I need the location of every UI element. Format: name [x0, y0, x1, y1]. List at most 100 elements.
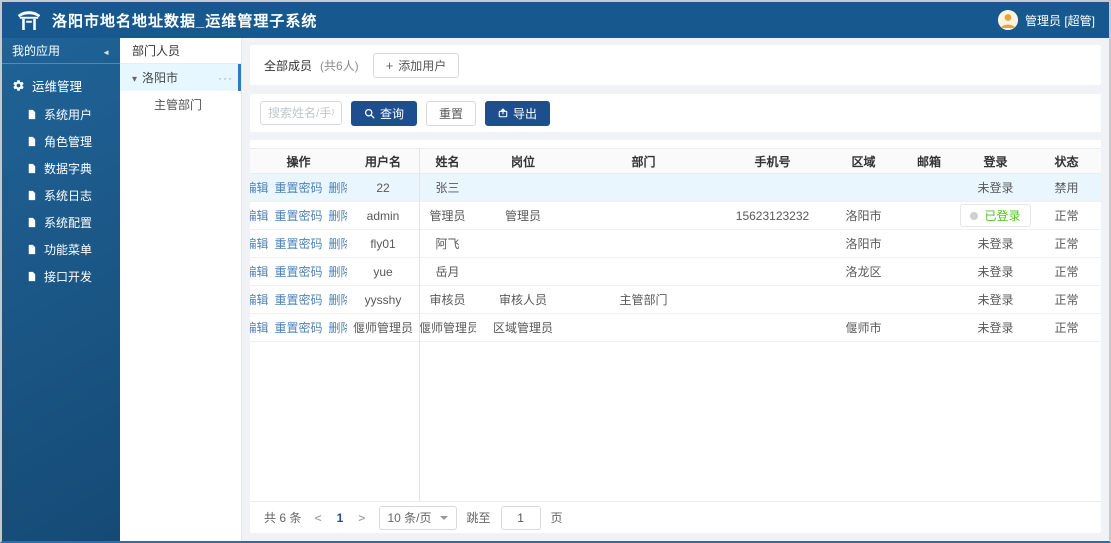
export-button[interactable]: 导出 — [485, 100, 551, 126]
sidebar-group-ops[interactable]: 运维管理 — [2, 64, 120, 101]
reset-password-link[interactable]: 重置密码 — [275, 179, 323, 196]
name-cell: 岳月 — [435, 265, 460, 279]
sidebar-item[interactable]: 数据字典 — [2, 155, 120, 182]
login-cell: 未登录 — [977, 237, 1014, 251]
app-window: 洛阳市地名地址数据_运维管理子系统 管理员 [超管] 我的应用 ◄ 运维管理 系… — [0, 0, 1111, 543]
sidebar-item[interactable]: 接口开发 — [2, 263, 120, 290]
sidebar-item[interactable]: 角色管理 — [2, 128, 120, 155]
reset-password-link[interactable]: 重置密码 — [275, 207, 323, 224]
edit-link[interactable]: 编辑 — [250, 179, 269, 196]
page-size-select[interactable]: 10 条/页 — [378, 505, 457, 530]
export-icon — [498, 108, 508, 118]
collapse-icon[interactable] — [102, 44, 110, 58]
sidebar-menu: 系统用户角色管理数据字典系统日志系统配置 功能菜单 接口开发 — [2, 101, 120, 290]
reset-password-link[interactable]: 重置密码 — [275, 319, 323, 336]
user-avatar-icon — [997, 10, 1018, 30]
sidebar-item[interactable]: 功能菜单 — [2, 236, 120, 263]
reset-button[interactable]: 重置 — [426, 100, 477, 126]
login-cell: 未登录 — [977, 321, 1014, 335]
tree-item-dept[interactable]: 主管部门 — [120, 91, 241, 118]
document-icon — [26, 271, 37, 282]
name-cell: 张三 — [435, 181, 460, 195]
document-icon — [26, 136, 37, 147]
username-cell: admin — [366, 208, 400, 223]
delete-link[interactable]: 删除 — [329, 291, 347, 308]
department-panel: 部门人员 洛阳市 主管部门 — [120, 38, 242, 541]
column-header: 手机号 — [754, 154, 791, 169]
status-cell: 正常 — [1054, 209, 1079, 223]
column-header: 部门 — [631, 154, 656, 169]
edit-link[interactable]: 编辑 — [250, 319, 269, 336]
query-button[interactable]: 查询 — [351, 100, 418, 126]
page-title: 洛阳市地名地址数据_运维管理子系统 — [52, 12, 318, 30]
column-header: 用户名 — [364, 154, 401, 169]
table-row[interactable]: 编辑 重置密码 删除 fly01 阿飞 洛阳市 未登录 正常 — [250, 230, 1101, 258]
region-cell: 洛龙区 — [845, 265, 882, 279]
members-label: 全部成员 — [264, 58, 313, 73]
username-cell: yysshy — [364, 292, 402, 307]
page-number-1[interactable]: 1 — [335, 511, 346, 525]
edit-link[interactable]: 编辑 — [250, 263, 269, 280]
table-row[interactable]: 编辑 重置密码 删除 22 张三 未登录 禁用 — [250, 174, 1101, 202]
sidebar-item[interactable]: 系统用户 — [2, 101, 120, 128]
table-row[interactable]: 编辑 重置密码 删除 yue 岳月 洛龙区 未登录 正常 — [250, 258, 1101, 286]
reset-password-link[interactable]: 重置密码 — [275, 263, 323, 280]
edit-link[interactable]: 编辑 — [250, 235, 269, 252]
phone-cell: 15623123232 — [735, 208, 810, 223]
app-logo-icon — [16, 8, 42, 32]
sidebar-item[interactable]: 系统配置 — [2, 209, 120, 236]
reset-password-link[interactable]: 重置密码 — [275, 291, 323, 308]
status-cell: 禁用 — [1054, 181, 1079, 195]
delete-link[interactable]: 删除 — [329, 179, 347, 196]
document-icon — [26, 217, 37, 228]
post-cell: 管理员 — [504, 209, 541, 223]
jump-page-input[interactable] — [500, 505, 541, 530]
search-toolbar: 查询 重置 导出 — [250, 94, 1101, 132]
department-panel-title: 部门人员 — [120, 38, 241, 64]
delete-link[interactable]: 删除 — [329, 207, 347, 224]
username-cell: fly01 — [370, 236, 396, 251]
reset-password-link[interactable]: 重置密码 — [275, 235, 323, 252]
sidebar-apps-header[interactable]: 我的应用 — [2, 38, 120, 64]
sidebar: 我的应用 运维管理 系统用户角色管理数据字典系统日志系统配置功能菜单接口开发 — [2, 38, 120, 541]
edit-link[interactable]: 编辑 — [250, 207, 269, 224]
dept-cell: 主管部门 — [619, 293, 668, 307]
column-header: 岗位 — [510, 154, 535, 169]
app-header: 洛阳市地名地址数据_运维管理子系统 管理员 [超管] — [2, 2, 1109, 38]
column-header: 状态 — [1054, 154, 1079, 169]
next-page-button[interactable]: > — [355, 511, 368, 525]
name-cell: 偃师管理员 — [419, 321, 476, 335]
region-cell: 洛阳市 — [845, 209, 882, 223]
sidebar-item-label: 系统日志 — [44, 189, 93, 203]
search-input[interactable] — [260, 101, 342, 125]
delete-link[interactable]: 删除 — [329, 263, 347, 280]
status-dot-icon — [970, 211, 979, 220]
row-actions: 编辑 重置密码 删除 — [250, 179, 347, 196]
table-row[interactable]: 编辑 重置密码 删除 yysshy 审核员 审核人员 主管部门 未登录 正常 — [250, 286, 1101, 314]
column-header: 登录 — [983, 154, 1008, 169]
main-content: 全部成员 (共6人) 添加用户 查询 — [242, 38, 1109, 541]
logged-in-badge[interactable]: 已登录 — [960, 204, 1031, 227]
edit-link[interactable]: 编辑 — [250, 291, 269, 308]
members-count: (共6人) — [320, 58, 359, 73]
delete-link[interactable]: 删除 — [329, 319, 347, 336]
more-options-icon[interactable] — [218, 71, 233, 85]
caret-down-icon[interactable] — [132, 71, 137, 85]
tree-item-city[interactable]: 洛阳市 — [120, 64, 241, 91]
table-row[interactable]: 编辑 重置密码 删除 偃师管理员 偃师管理员 区域管理员 偃师市 未登录 正常 — [250, 314, 1101, 342]
name-cell: 审核员 — [429, 293, 466, 307]
sidebar-item-label: 角色管理 — [44, 135, 93, 149]
row-actions: 编辑 重置密码 删除 — [250, 235, 347, 252]
delete-link[interactable]: 删除 — [329, 235, 347, 252]
login-cell: 未登录 — [977, 181, 1014, 195]
plus-icon — [386, 58, 394, 73]
prev-page-button[interactable]: < — [311, 511, 324, 525]
sidebar-item[interactable]: 系统日志 — [2, 182, 120, 209]
region-cell: 洛阳市 — [845, 237, 882, 251]
sidebar-item-label: 数据字典 — [44, 162, 93, 176]
users-table-card: 操作 用户名 姓名 岗位 部门 手机号 区域 邮箱 登录 状态 编辑 重置密码 删除 22 张三 未登录 禁用… — [250, 140, 1101, 533]
table-row[interactable]: 编辑 重置密码 删除 admin 管理员 管理员 15623123232 洛阳市 已登录 正常 — [250, 202, 1101, 230]
add-user-button[interactable]: 添加用户 — [372, 52, 460, 78]
user-menu[interactable]: 管理员 [超管] — [997, 10, 1095, 30]
sidebar-item-label: 系统用户 — [44, 108, 93, 122]
